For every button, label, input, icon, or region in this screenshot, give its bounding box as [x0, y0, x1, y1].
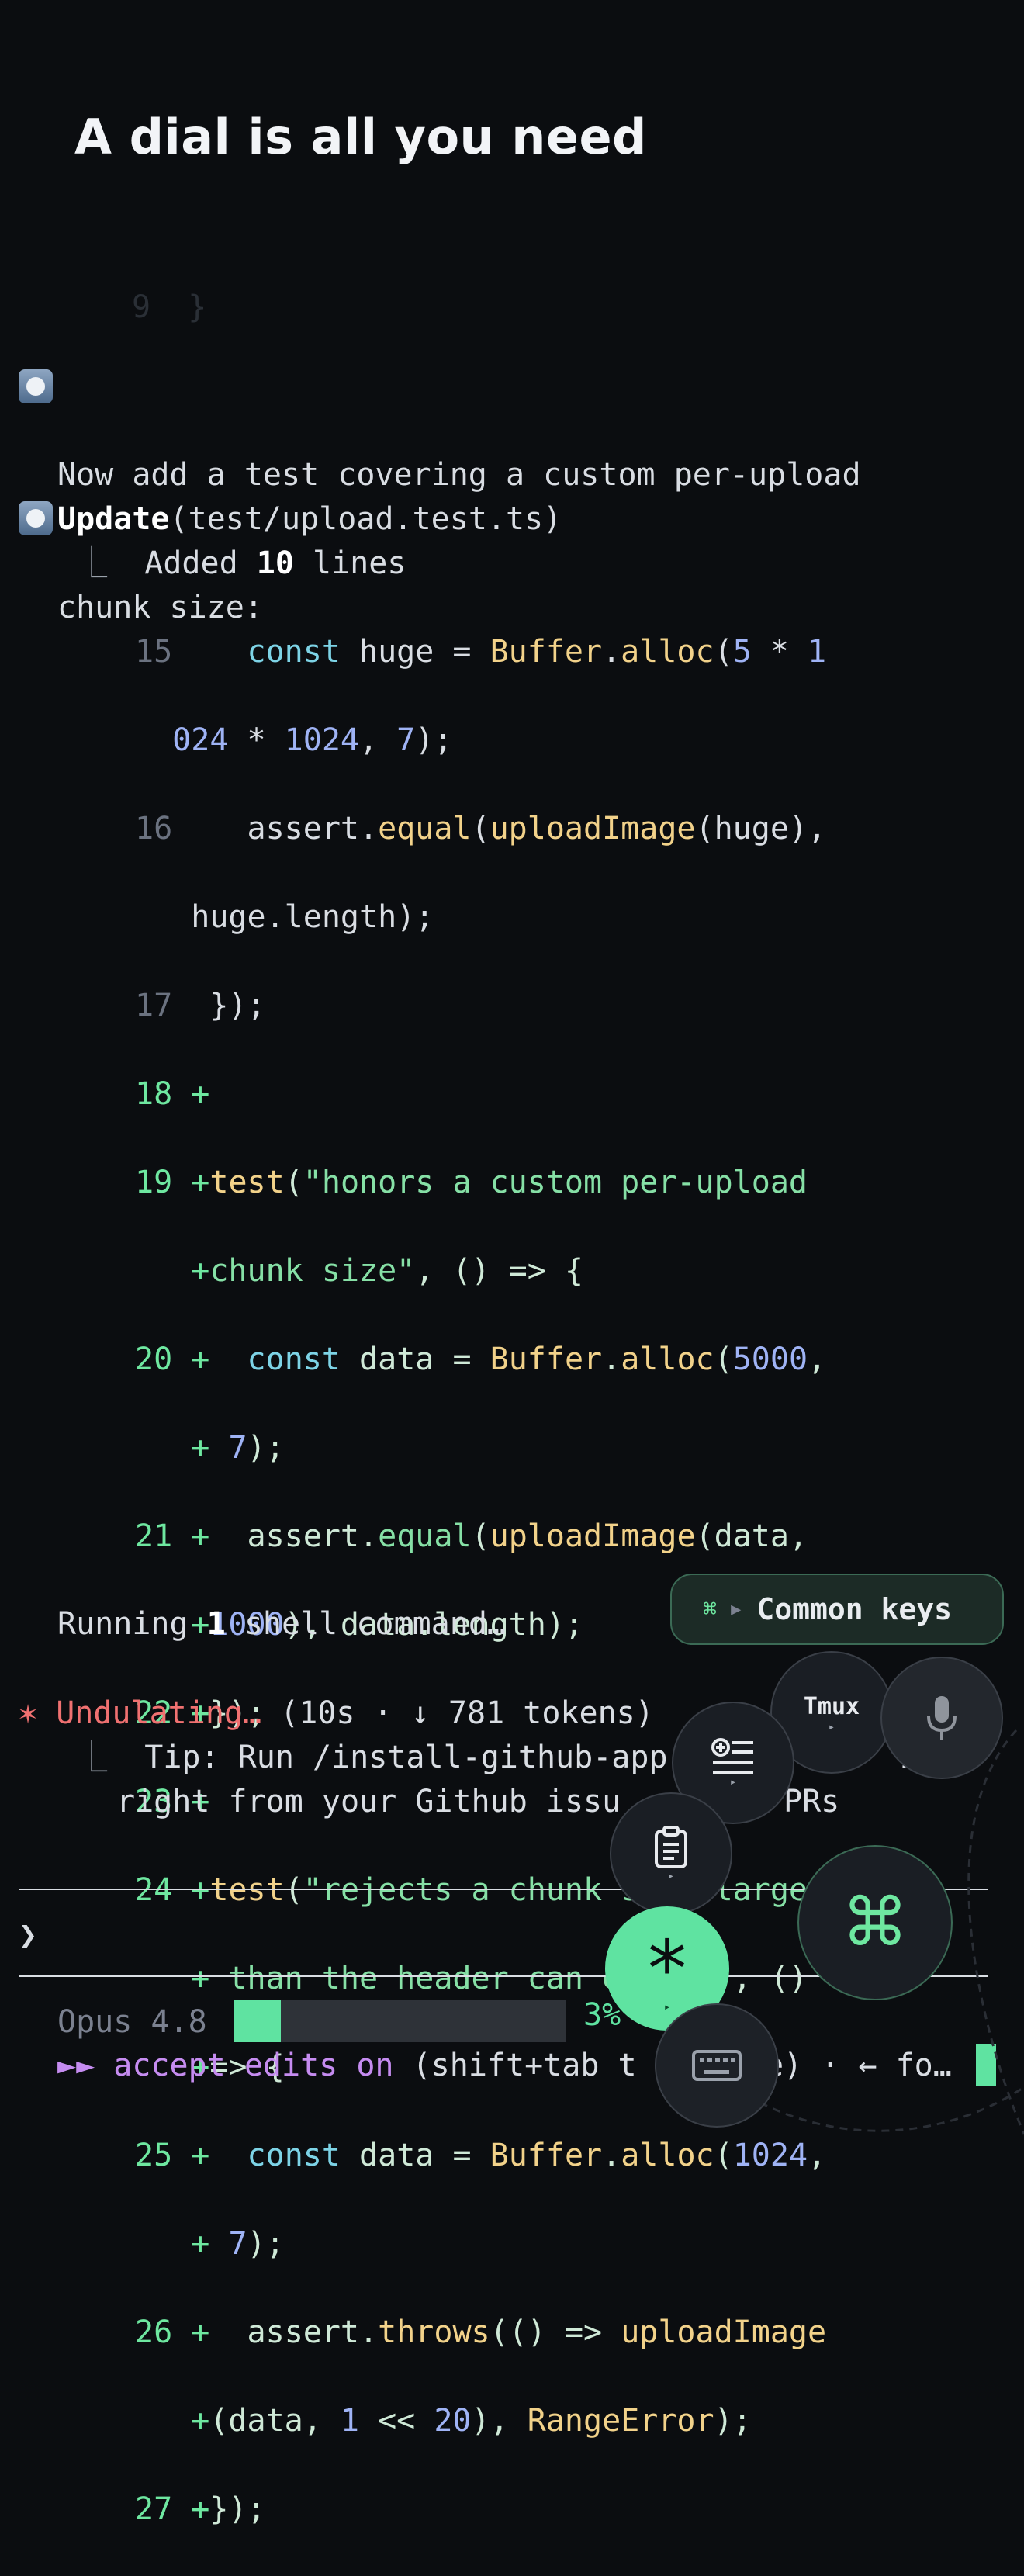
clipboard-button[interactable]: ▸ [610, 1792, 732, 1915]
expand-icon: ▸ [828, 1720, 835, 1733]
command-icon: ⌘ [703, 1595, 718, 1623]
tool-verb: Update [57, 501, 170, 537]
tool-call-update: Update(test/upload.test.ts) [57, 497, 562, 542]
running-status: Running 1 shell command… [57, 1606, 506, 1642]
context-bar [234, 2000, 566, 2042]
arrow-right-icon: ▶ [731, 1599, 742, 1619]
diff-line: 16 assert.equal(uploadImage(huge), [135, 811, 827, 847]
diff-line-added: 20 + const data = Buffer.alloc(5000, [135, 1342, 827, 1377]
diff-line: 17 }); [135, 988, 266, 1023]
mode-line: ►► accept edits on (shift+tab t [57, 2044, 637, 2088]
faded-code-fragment: 9 } [132, 289, 207, 325]
added-count: 10 [256, 545, 294, 581]
diff-line-added: 19 +test("honors a custom per-upload [135, 1165, 808, 1200]
diff-line: 15 const huge = Buffer.alloc(5 * 1 [135, 634, 827, 670]
command-key-icon: ⌘ [842, 1884, 908, 1961]
tool-bullet-icon [19, 501, 53, 535]
expand-icon: ▸ [663, 2001, 671, 2013]
status-word: Undulating… [56, 1695, 262, 1731]
diff-line-added: 21 + assert.equal(uploadImage(data, [135, 1518, 808, 1554]
context-bar-fill [234, 2000, 281, 2042]
line-number: 25 [135, 2138, 173, 2173]
line-number: 15 [135, 634, 173, 670]
tip-line-2: right from your Github issu [116, 1784, 621, 1819]
mode-arrows-icon: ►► [57, 2048, 95, 2083]
diff-line-wrap: +chunk size", () => { [191, 1253, 583, 1289]
common-keys-button[interactable]: ⌘ ▶ Common keys [670, 1574, 1004, 1645]
message-line: Now add a test covering a custom per-upl… [57, 457, 861, 493]
line-number: 16 [135, 811, 173, 847]
common-keys-label: Common keys [756, 1592, 952, 1626]
spinner-star-icon: ✶ [19, 1695, 38, 1731]
expand-icon: ▸ [667, 1870, 675, 1882]
mode-label: accept edits on [113, 2048, 394, 2083]
diff-line-wrap: + 7); [191, 1430, 285, 1466]
command-count: 1 [206, 1606, 226, 1642]
mic-button[interactable] [880, 1657, 1003, 1779]
diff-line-wrap: 024 * 1024, 7); [172, 722, 453, 758]
line-number: 27 [135, 2491, 173, 2527]
line-number: 26 [135, 2315, 173, 2350]
line-number: 17 [135, 988, 173, 1023]
message-bullet-icon [19, 369, 53, 403]
page-title: A dial is all you need [74, 109, 647, 165]
thinking-status: ✶ Undulating… (10s · ↓ 781 tokens) [19, 1691, 654, 1736]
diff-line-wrap: +(data, 1 << 20), RangeError); [191, 2403, 752, 2439]
microphone-icon [927, 1696, 957, 1740]
line-number: 21 [135, 1518, 173, 1554]
line-number: 24 [135, 1872, 173, 1908]
asterisk-icon: * [648, 1923, 687, 2014]
diff-line-wrap: + 7); [191, 2226, 285, 2262]
diff-line-added: 18 + [135, 1076, 210, 1112]
line-number: 19 [135, 1165, 173, 1200]
keyboard-button[interactable] [655, 2003, 779, 2128]
mode-hint: (shift+tab t [393, 2048, 637, 2083]
tree-connector: ⎿ [57, 545, 145, 581]
keyboard-icon [692, 2050, 742, 2081]
tool-path: (test/upload.test.ts) [169, 501, 562, 537]
diff-line-wrap: huge.length); [135, 899, 434, 935]
clipboard-icon [655, 1826, 687, 1868]
added-lines-summary: ⎿ Added 10 lines [57, 545, 406, 581]
tmux-label: Tmux [803, 1692, 860, 1720]
line-number: 18 [135, 1076, 173, 1112]
expand-icon: ▸ [729, 1776, 737, 1788]
diff-line-added: 26 + assert.throws(() => uploadImage [135, 2315, 827, 2350]
model-name: Opus 4.8 [57, 2004, 207, 2040]
status-meta: (10s · ↓ 781 tokens) [261, 1695, 654, 1731]
tip-line: ⎿ Tip: Run /install-github-app [57, 1740, 687, 1775]
line-number: 20 [135, 1342, 173, 1377]
input-prompt-icon: ❯ [19, 1917, 38, 1953]
command-button[interactable]: ⌘ [797, 1845, 953, 2000]
list-add-icon [711, 1738, 753, 1774]
diff-line-added: 27 +}); [135, 2491, 266, 2527]
